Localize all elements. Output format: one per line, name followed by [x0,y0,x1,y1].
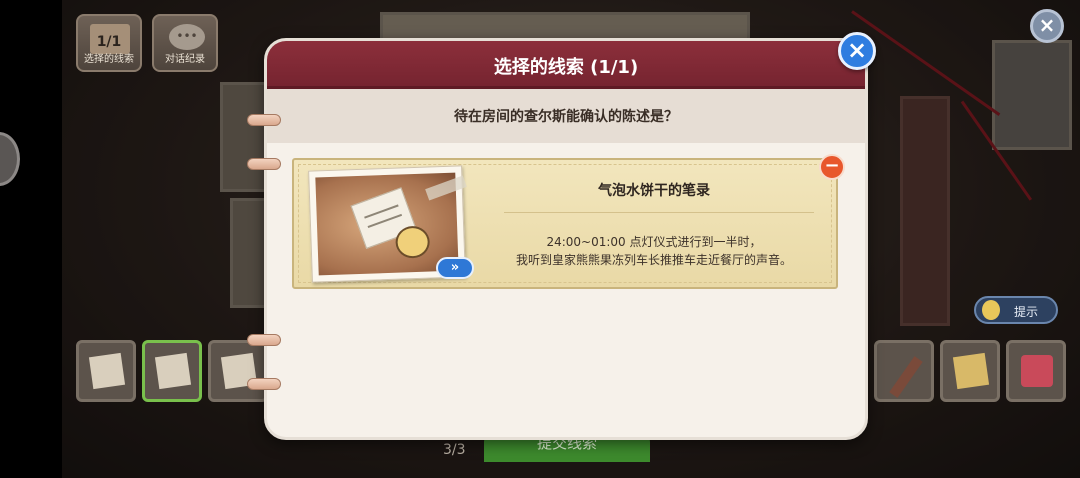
question-bar: 待在房间的查尔斯能确认的陈述是？ [267,89,865,143]
binder-ring [247,158,281,170]
remove-clue-button[interactable]: − [819,154,845,180]
cookie-character-icon [395,225,431,259]
clue-slot[interactable] [1006,340,1066,402]
clue-description-line: 24:00~01:00 点灯仪式进行到一半时， [546,235,762,249]
dialog-log-label: 对话纪录 [165,54,205,65]
clue-slot[interactable] [874,340,934,402]
dialog-log-button[interactable]: 对话纪录 [152,14,218,72]
hint-button[interactable]: 提示 [974,296,1058,324]
divider [504,212,814,213]
clue-slot-selected[interactable] [142,340,202,402]
clue-card[interactable]: 气泡水饼干的笔录 24:00~01:00 点灯仪式进行到一半时， 我听到皇家熊熊… [292,158,838,289]
selected-clues-button[interactable]: 1/1 选择的线索 [76,14,142,72]
clue-description-line: 我听到皇家熊熊果冻列车长推推车走近餐厅的声音。 [515,253,792,267]
question-text: 待在房间的查尔斯能确认的陈述是？ [454,109,678,125]
clue-title: 气泡水饼干的笔录 [598,183,710,199]
clue-slot[interactable] [76,340,136,402]
clue-slot[interactable] [208,340,268,402]
hint-label: 提示 [1014,305,1039,319]
chat-bubble-icon [169,24,205,50]
selected-clues-label: 选择的线索 [84,54,134,65]
lightbulb-icon [982,300,1000,320]
binder-ring [247,378,281,390]
clue-counter: 1/1 [96,34,122,50]
exit-button[interactable]: × [1030,9,1064,43]
dialog-header: 选择的线索 (1/1) [267,41,865,89]
close-dialog-button[interactable]: × [838,32,876,70]
side-menu-handle[interactable] [0,132,20,186]
binder-ring [247,114,281,126]
clue-slot[interactable] [940,340,1000,402]
binder-ring [247,334,281,346]
page-counter: 3/3 [443,442,466,458]
dialog-title: 选择的线索 (1/1) [493,57,639,78]
expand-clue-button[interactable]: » [436,257,474,279]
